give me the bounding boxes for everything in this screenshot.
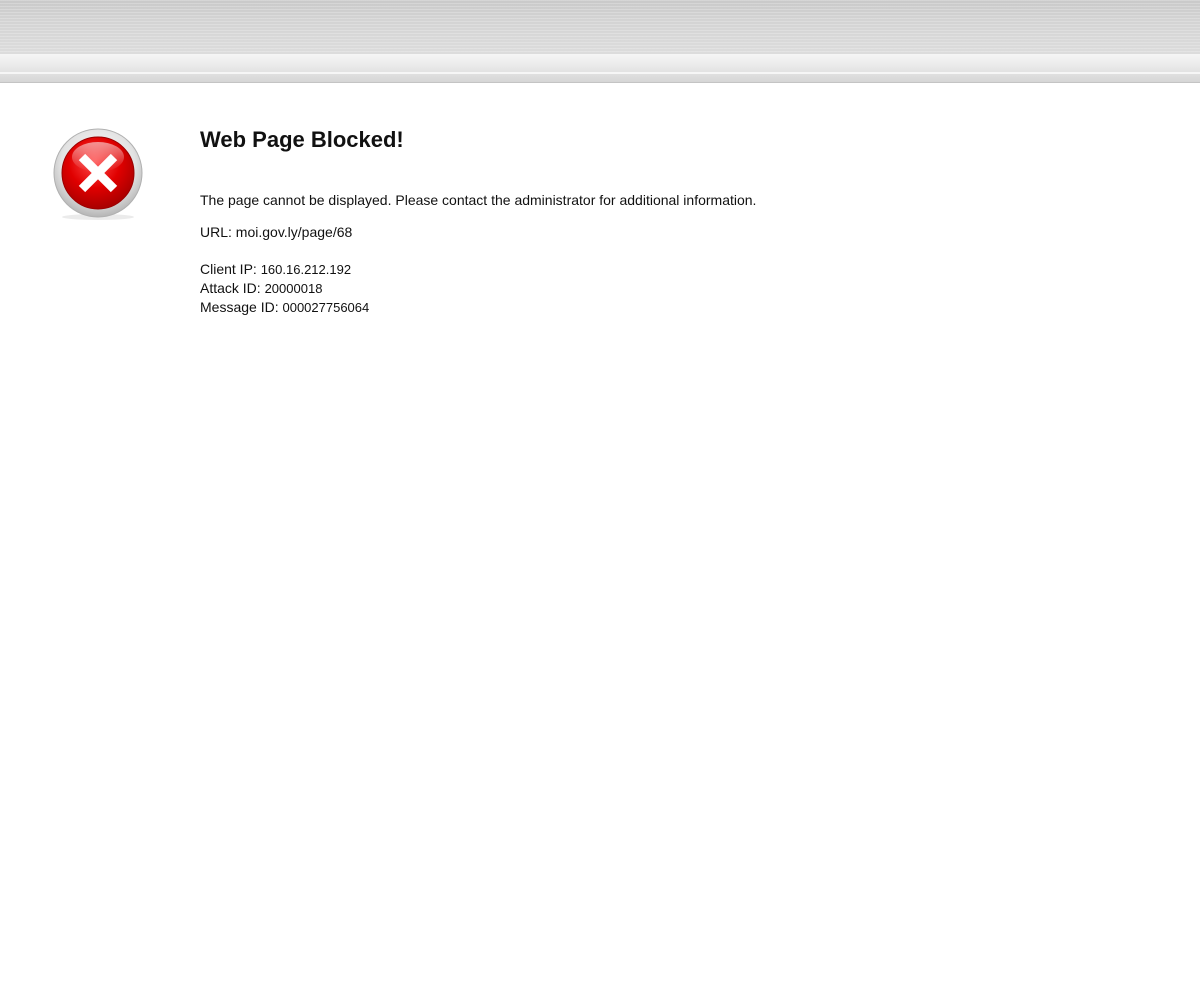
client-ip-row: Client IP: 160.16.212.192 [200,260,1100,279]
header-bar [0,0,1200,54]
blocked-content: Web Page Blocked! The page cannot be dis… [200,122,1100,317]
message-id-label: Message ID: [200,299,279,315]
blocked-url: URL: moi.gov.ly/page/68 [200,222,1100,242]
message-id-value: 000027756064 [282,300,370,315]
page-title: Web Page Blocked! [200,127,404,152]
attack-id-value: 20000018 [264,281,323,296]
client-ip-label: Client IP: [200,261,257,277]
attack-id-row: Attack ID: 20000018 [200,279,1100,298]
block-message: The page cannot be displayed. Please con… [200,192,757,208]
url-label: URL: [200,224,232,240]
client-ip-value: 160.16.212.192 [260,262,352,277]
error-x-icon [51,127,145,221]
url-value: moi.gov.ly/page/68 [235,224,353,240]
attack-id-label: Attack ID: [200,280,261,296]
header-subbar [0,54,1200,83]
message-id-row: Message ID: 000027756064 [200,298,1100,317]
block-details: Client IP: 160.16.212.192 Attack ID: 200… [200,260,1100,317]
